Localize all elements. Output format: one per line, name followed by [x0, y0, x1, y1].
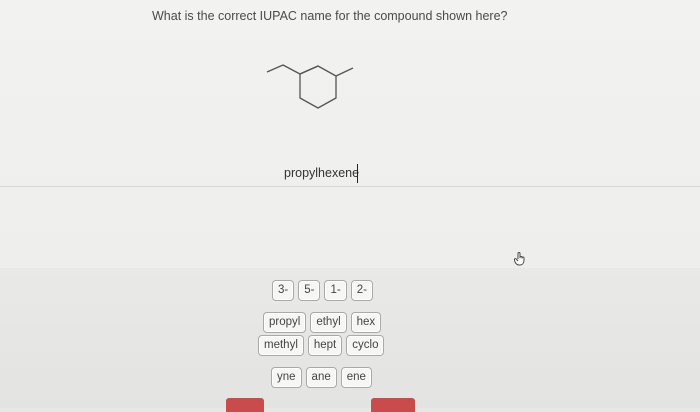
tile-cyclo[interactable]: cyclo	[346, 335, 385, 356]
tile-1[interactable]: 1-	[324, 280, 347, 301]
tile-hex[interactable]: hex	[350, 312, 382, 333]
answer-divider	[0, 186, 700, 187]
tile-ethyl[interactable]: ethyl	[310, 312, 347, 333]
tile-3[interactable]: 3-	[272, 280, 295, 301]
question-text: What is the correct IUPAC name for the c…	[152, 9, 508, 23]
prefix-row: 3- 5- 1- 2-	[272, 280, 373, 301]
root-row-2: methyl hept cyclo	[258, 335, 385, 356]
text-cursor	[357, 164, 358, 183]
root-row-1: propyl ethyl hex	[263, 312, 382, 333]
tile-bank: 3- 5- 1- 2- propyl ethyl hex methyl hept…	[0, 268, 700, 408]
tile-2[interactable]: 2-	[350, 280, 373, 301]
molecule-structure	[266, 64, 354, 109]
tile-hept[interactable]: hept	[307, 335, 343, 356]
delete-button[interactable]	[371, 398, 415, 412]
suffix-row: yne ane ene	[271, 367, 372, 388]
tile-5[interactable]: 5-	[298, 280, 321, 301]
tile-propyl[interactable]: propyl	[263, 312, 307, 333]
answer-field[interactable]: propylhexene	[284, 166, 359, 180]
tile-ene[interactable]: ene	[340, 367, 372, 388]
question-pane: What is the correct IUPAC name for the c…	[0, 0, 700, 268]
hand-cursor-icon	[513, 252, 525, 266]
tile-yne[interactable]: yne	[271, 367, 302, 388]
tile-methyl[interactable]: methyl	[258, 335, 304, 356]
tile-ane[interactable]: ane	[305, 367, 337, 388]
reset-button[interactable]	[226, 398, 264, 412]
